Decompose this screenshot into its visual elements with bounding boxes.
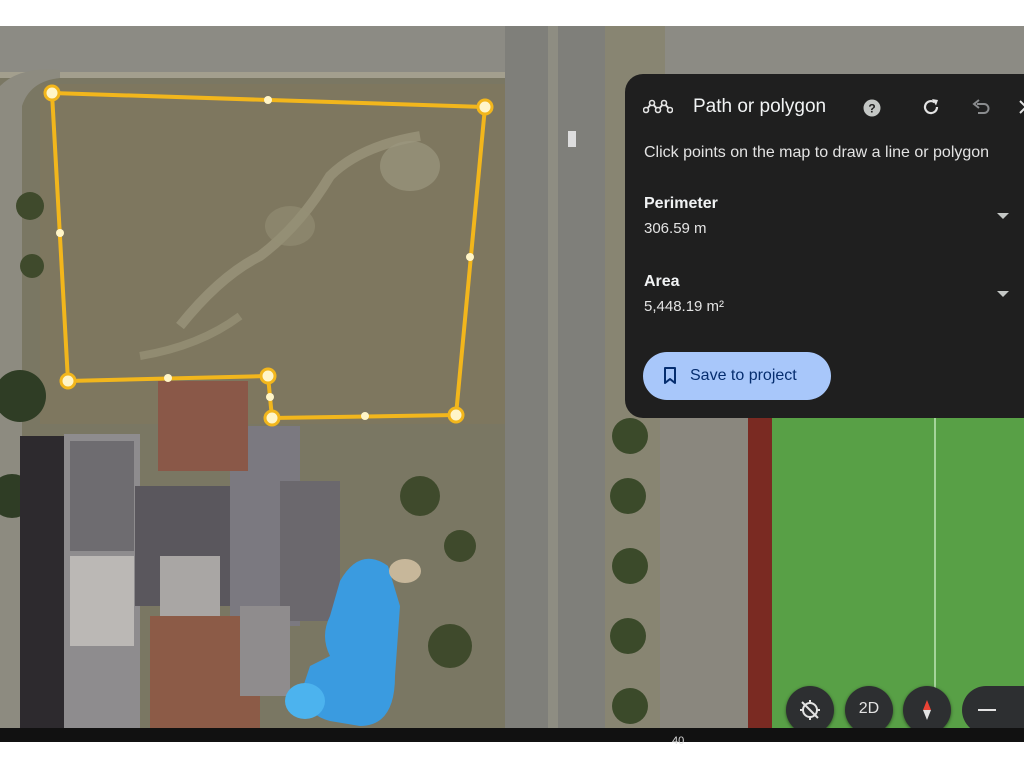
building-block (240, 606, 290, 696)
perimeter-label: Perimeter (644, 195, 718, 212)
save-to-project-button[interactable]: Save to project (643, 352, 831, 400)
polygon-vertex[interactable] (263, 409, 281, 427)
compass-icon (923, 700, 931, 720)
svg-text:?: ? (868, 102, 875, 116)
car (568, 131, 576, 147)
chevron-down-icon[interactable] (997, 213, 1009, 219)
location-button[interactable] (786, 686, 834, 734)
parking-lot (660, 386, 750, 742)
polygon-midpoint[interactable] (266, 393, 274, 401)
palm-tree (612, 688, 648, 724)
view-2d-button[interactable]: 2D (845, 686, 893, 734)
map-viewport[interactable]: Path or polygon ? Click points on the ma… (0, 26, 1024, 742)
tree (400, 476, 440, 516)
perimeter-value: 306.59 m (644, 220, 707, 237)
road-median (548, 26, 558, 742)
zoom-out-icon[interactable] (978, 709, 996, 711)
lot-bare-patch (265, 206, 315, 246)
bottom-bar-text: 40 (672, 735, 685, 747)
building-roof (70, 441, 134, 551)
swimming-pool (285, 683, 325, 719)
palm-tree (610, 478, 646, 514)
palm-tree (612, 418, 648, 454)
palm-tree (610, 618, 646, 654)
tree (16, 192, 44, 220)
measure-panel: Path or polygon ? Click points on the ma… (625, 74, 1024, 418)
palm-tree (612, 548, 648, 584)
location-disabled-icon (800, 700, 820, 720)
building-roof-red (158, 381, 248, 471)
tree (20, 254, 44, 278)
polygon-midpoint[interactable] (164, 374, 172, 382)
polygon-vertex[interactable] (447, 406, 465, 424)
help-icon[interactable]: ? (863, 99, 881, 117)
panel-title: Path or polygon (693, 96, 827, 117)
bottom-bar (0, 728, 1024, 742)
polygon-vertex[interactable] (476, 98, 494, 116)
view-2d-label: 2D (858, 700, 880, 717)
polygon-midpoint[interactable] (466, 253, 474, 261)
instruction-text: Click points on the map to draw a line o… (644, 144, 990, 161)
chevron-down-icon[interactable] (997, 291, 1009, 297)
compass-button[interactable] (903, 686, 951, 734)
redo-icon[interactable] (920, 96, 942, 118)
field-wall (748, 391, 774, 742)
zoom-control (962, 686, 1024, 734)
polygon-midpoint[interactable] (56, 229, 64, 237)
umbrella (389, 559, 421, 583)
area-value: 5,448.19 m² (644, 298, 725, 315)
path-polygon-icon (643, 99, 673, 114)
polygon-midpoint[interactable] (264, 96, 272, 104)
building-block (280, 481, 340, 621)
polygon-vertex[interactable] (43, 84, 61, 102)
save-button-label: Save to project (690, 367, 797, 384)
bookmark-icon (664, 367, 676, 384)
polygon-vertex[interactable] (259, 367, 277, 385)
building-wing (160, 556, 220, 616)
building-roof (70, 556, 134, 646)
tree (444, 530, 476, 562)
lot-bare-patch (380, 141, 440, 191)
polygon-vertex[interactable] (59, 372, 77, 390)
area-label: Area (644, 273, 680, 290)
undo-icon[interactable] (970, 96, 992, 118)
polygon-midpoint[interactable] (361, 412, 369, 420)
tree (428, 624, 472, 668)
close-icon[interactable] (1017, 98, 1024, 116)
